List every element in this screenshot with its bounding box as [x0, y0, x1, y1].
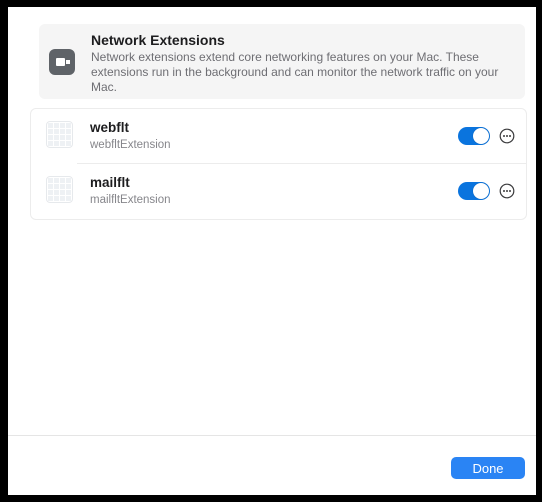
extension-placeholder-icon: [46, 176, 73, 203]
extension-bundle: mailfltExtension: [90, 194, 171, 206]
network-extensions-sheet: Network Extensions Network extensions ex…: [8, 7, 536, 495]
extension-toggle-mailflt[interactable]: [458, 182, 490, 200]
extension-name: mailflt: [90, 175, 130, 190]
footer-divider: [8, 435, 536, 436]
more-options-icon[interactable]: [499, 183, 515, 199]
list-item: mailflt mailfltExtension: [31, 164, 526, 218]
network-extension-icon: [49, 49, 75, 75]
header-description: Network extensions extend core networkin…: [91, 50, 499, 94]
extensions-list: webflt webfltExtension mailflt mailfltEx…: [30, 108, 527, 220]
extension-toggle-webflt[interactable]: [458, 127, 490, 145]
more-options-icon[interactable]: [499, 128, 515, 144]
header-card: Network Extensions Network extensions ex…: [39, 24, 525, 99]
extension-placeholder-icon: [46, 121, 73, 148]
done-button[interactable]: Done: [451, 457, 525, 479]
extension-bundle: webfltExtension: [90, 139, 171, 151]
extension-name: webflt: [90, 120, 129, 135]
header-title: Network Extensions: [91, 32, 225, 48]
list-item: webflt webfltExtension: [31, 109, 526, 164]
